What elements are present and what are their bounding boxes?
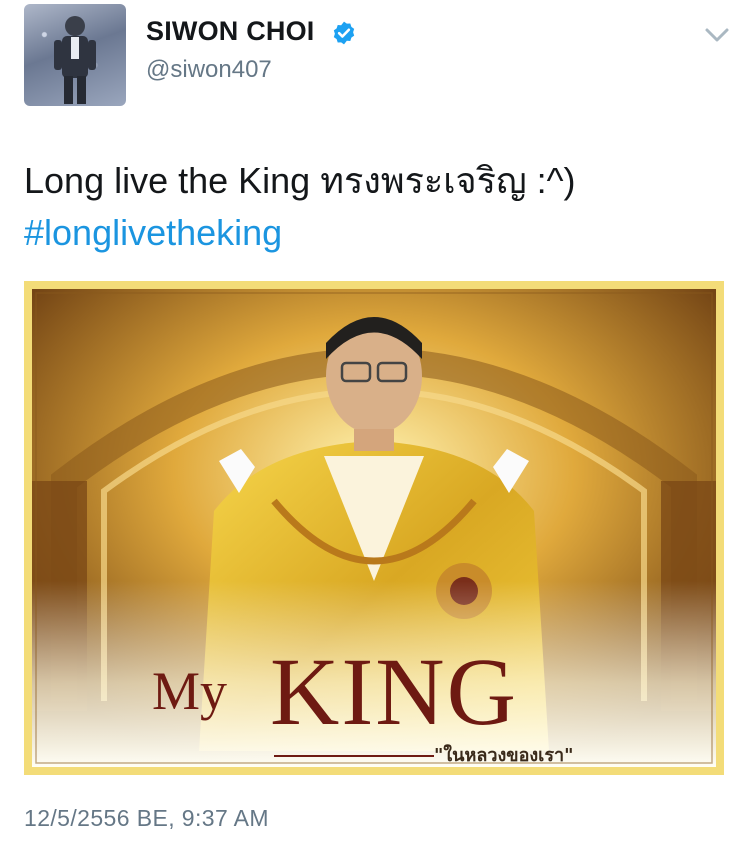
media-title-my: My <box>152 661 227 721</box>
tweet-header: SIWON CHOI @siwon407 <box>0 0 750 120</box>
chevron-down-icon[interactable] <box>704 26 730 44</box>
verified-badge-icon <box>333 21 355 45</box>
media-caption: "ในหลวงของเรา" <box>434 744 573 766</box>
tweet-body: Long live the King ทรงพระเจริญ :^) <box>24 160 576 201</box>
author-display-name[interactable]: SIWON CHOI <box>146 16 315 47</box>
tweet-image[interactable]: My KING "ในหลวงของเรา" <box>24 281 724 775</box>
avatar-figure <box>54 16 96 104</box>
avatar[interactable] <box>24 4 126 106</box>
media-title-king: KING <box>270 638 518 745</box>
hashtag-link[interactable]: #longlivetheking <box>24 207 724 259</box>
tweet-text: Long live the King ทรงพระเจริญ :^) #long… <box>24 155 724 259</box>
author-handle[interactable]: @siwon407 <box>146 56 272 84</box>
tweet-timestamp[interactable]: 12/5/2556 BE, 9:37 AM <box>24 805 269 832</box>
king-portrait-image: My KING "ในหลวงของเรา" <box>24 281 724 775</box>
